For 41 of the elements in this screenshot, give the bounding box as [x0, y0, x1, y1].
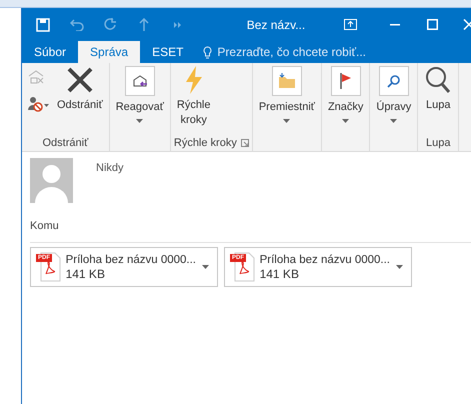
sent-date: Nikdy [96, 162, 124, 176]
tell-me-field[interactable]: Prezraďte, čo chcete robiť... [203, 41, 366, 63]
attachment-size: 141 KB [66, 266, 106, 280]
delete-x-icon [66, 66, 94, 94]
ribbon-button[interactable]: Lupa [421, 66, 456, 113]
ribbon-button[interactable]: Odstrániť [54, 66, 106, 113]
maximize-icon[interactable] [425, 16, 439, 32]
lightning-icon [184, 66, 204, 94]
group-label: Lupa [426, 136, 450, 148]
folder-icon [278, 73, 296, 89]
search-icon [386, 74, 401, 88]
caret-icon[interactable] [396, 265, 403, 269]
window-title: Bez názv... [246, 18, 306, 32]
close-icon[interactable] [462, 16, 471, 32]
lightbulb-icon [203, 46, 212, 58]
ribbon-button[interactable]: Značky [324, 66, 366, 123]
ribbon-button[interactable]: Úpravy [373, 66, 414, 123]
caret-icon [136, 119, 144, 123]
ribbon-button[interactable]: Rýchle kroky [174, 66, 214, 128]
attachment-name: Príloha bez názvu 0000... [260, 254, 390, 266]
save-icon[interactable] [36, 16, 50, 32]
to-label: Komu [30, 220, 59, 232]
caret-icon[interactable] [202, 265, 209, 269]
ribbon-button[interactable]: Reagovať [112, 66, 167, 123]
group-label: Odstrániť [42, 136, 88, 148]
caret-icon [390, 119, 398, 123]
dialog-launcher-icon[interactable] [240, 138, 249, 146]
magnifier-icon [425, 66, 452, 94]
ribbon-button[interactable]: Premiestniť [256, 66, 318, 123]
attachment-name: Príloha bez názvu 0000... [66, 254, 196, 266]
avatar-icon [30, 158, 73, 203]
flag-icon [338, 72, 353, 90]
block-sender-icon[interactable] [28, 96, 50, 112]
ribbon-tab[interactable]: Súbor [22, 41, 78, 63]
group-label: Rýchle kroky [174, 136, 237, 148]
ribbon-display-icon[interactable] [343, 16, 357, 32]
attachment-size: 141 KB [260, 266, 300, 280]
caret-icon [342, 119, 350, 123]
caret-icon [283, 119, 290, 123]
ribbon-tab[interactable]: Správa [78, 41, 140, 63]
ribbon-tab[interactable]: ESET [140, 41, 196, 63]
